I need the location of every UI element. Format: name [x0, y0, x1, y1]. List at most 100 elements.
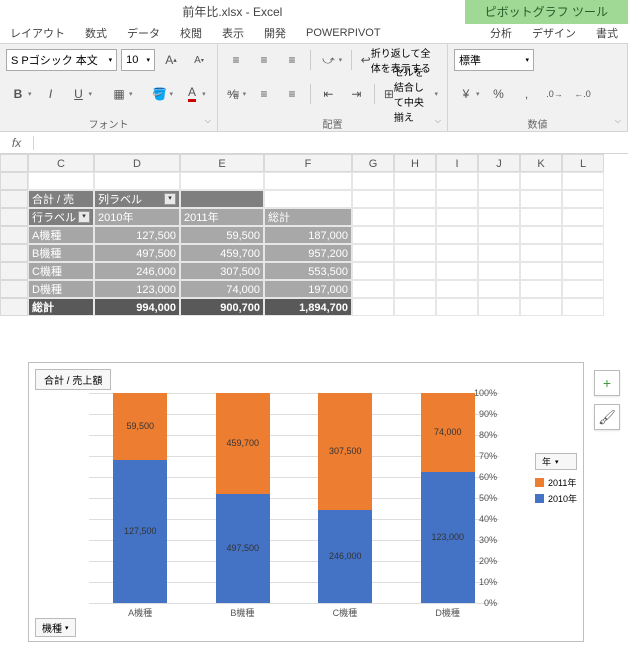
legend-field-button[interactable]: 年▾ [535, 453, 577, 470]
legend-swatch-2011 [535, 478, 544, 487]
increase-indent-icon[interactable]: ⇥ [344, 83, 368, 105]
col-header[interactable]: L [562, 154, 604, 172]
pivot-total-cell: 994,000 [94, 298, 180, 316]
pivot-col-header: 総計 [264, 208, 352, 226]
align-right-icon[interactable]: ≡ [280, 83, 304, 105]
row-header[interactable] [0, 280, 28, 298]
y-tick-label: 0% [484, 598, 497, 608]
align-left-icon[interactable]: ≡ [224, 83, 248, 105]
row-header[interactable] [0, 208, 28, 226]
col-header[interactable]: E [180, 154, 264, 172]
increase-decimal-icon[interactable]: .0→ [543, 83, 567, 105]
col-header[interactable]: C [28, 154, 94, 172]
fx-icon[interactable]: fx [0, 136, 34, 150]
row-header[interactable] [0, 298, 28, 316]
tab-view[interactable]: 表示 [212, 21, 254, 45]
legend-label: 2011年 [548, 476, 576, 489]
pivot-cell: 197,000 [264, 280, 352, 298]
decrease-indent-icon[interactable]: ⇤ [316, 83, 340, 105]
tab-powerpivot[interactable]: POWERPIVOT [296, 23, 391, 43]
tab-formula[interactable]: 数式 [75, 21, 117, 45]
increase-font-icon[interactable]: A▴ [159, 49, 183, 71]
underline-icon[interactable]: U [67, 83, 96, 105]
align-center-icon[interactable]: ≡ [252, 83, 276, 105]
bar-column[interactable]: 74,000123,000 [421, 393, 475, 603]
col-header[interactable]: I [436, 154, 478, 172]
filter-icon[interactable]: ▾ [164, 193, 176, 205]
col-header[interactable]: J [478, 154, 520, 172]
row-header[interactable] [0, 190, 28, 208]
decrease-decimal-icon[interactable]: ←.0 [571, 83, 595, 105]
align-middle-icon[interactable]: ≡ [252, 49, 276, 71]
bar-column[interactable]: 307,500246,000 [318, 393, 372, 603]
pivot-row-label: A機種 [28, 226, 94, 244]
tab-analysis[interactable]: 分析 [480, 21, 522, 45]
font-size-combo[interactable]: 10▾ [121, 49, 155, 71]
x-tick-label: A機種 [128, 606, 152, 619]
align-top-icon[interactable]: ≡ [224, 49, 248, 71]
comma-icon[interactable]: , [515, 83, 539, 105]
bar-column[interactable]: 459,700497,500 [216, 393, 270, 603]
align-bottom-icon[interactable]: ≡ [280, 49, 304, 71]
y-tick-label: 20% [479, 556, 497, 566]
select-all-corner[interactable] [0, 154, 28, 172]
bold-icon[interactable]: B [6, 83, 35, 105]
data-label: 497,500 [216, 543, 270, 553]
row-header[interactable] [0, 244, 28, 262]
chart-styles-button[interactable]: 🖌 [594, 404, 620, 430]
pivot-cell: 74,000 [180, 280, 264, 298]
tab-developer[interactable]: 開発 [254, 21, 296, 45]
chart-legend: 年▾ 2011年 2010年 [535, 453, 577, 505]
border-icon[interactable]: ▦ [107, 83, 136, 105]
pivot-cell: 459,700 [180, 244, 264, 262]
row-header[interactable] [0, 262, 28, 280]
percent-icon[interactable]: % [487, 83, 511, 105]
pivot-row-field[interactable]: 行ラベル▾ [28, 208, 94, 226]
col-header[interactable]: H [394, 154, 436, 172]
currency-icon[interactable]: ¥ [454, 83, 483, 105]
formula-input[interactable] [34, 132, 628, 153]
fill-color-icon[interactable]: 🪣 [148, 83, 177, 105]
y-tick-label: 40% [479, 514, 497, 524]
tab-format[interactable]: 書式 [586, 21, 628, 45]
pivot-cell: 127,500 [94, 226, 180, 244]
filter-icon[interactable]: ▾ [78, 211, 90, 223]
y-tick-label: 90% [479, 409, 497, 419]
decrease-font-icon[interactable]: A▾ [187, 49, 211, 71]
bar-column[interactable]: 59,500127,500 [113, 393, 167, 603]
italic-icon[interactable]: I [39, 83, 63, 105]
pivot-col-field[interactable]: 列ラベル▾ [94, 190, 180, 208]
worksheet-grid[interactable]: C D E F G H I J K L 合計 / 売 列ラベル▾ 行ラベル▾ 2… [0, 154, 628, 316]
font-name-combo[interactable]: S Pゴシック 本文▾ [6, 49, 117, 71]
pivot-cell: 59,500 [180, 226, 264, 244]
pivot-cell: 553,500 [264, 262, 352, 280]
group-label-font: フォント [6, 115, 211, 129]
font-color-icon[interactable]: A [180, 83, 209, 105]
col-header[interactable]: G [352, 154, 394, 172]
pivot-total-cell: 900,700 [180, 298, 264, 316]
col-header[interactable]: F [264, 154, 352, 172]
data-label: 127,500 [113, 526, 167, 536]
chart-measure-button[interactable]: 合計 / 売上額 [35, 369, 111, 390]
y-tick-label: 10% [479, 577, 497, 587]
x-tick-label: D機種 [435, 606, 460, 619]
chart-axis-field-button[interactable]: 機種▾ [35, 618, 76, 637]
pivot-cell: 957,200 [264, 244, 352, 262]
tab-review[interactable]: 校閲 [170, 21, 212, 45]
tab-layout[interactable]: レイアウト [0, 21, 75, 45]
pivot-cell: 497,500 [94, 244, 180, 262]
pivot-chart[interactable]: 合計 / 売上額 59,500127,500 459,700497,500 307,… [28, 362, 584, 642]
tab-data[interactable]: データ [117, 21, 170, 45]
pivot-cell: 246,000 [94, 262, 180, 280]
col-header[interactable]: D [94, 154, 180, 172]
col-header[interactable]: K [520, 154, 562, 172]
ribbon-group-align: ≡ ≡ ≡ ⤻ ↩折り返して全体を表示する ≡ ≡ ≡ ⇤ ⇥ ⊞セルを結合して… [218, 44, 448, 131]
chart-add-element-button[interactable]: + [594, 370, 620, 396]
pivot-cell: 187,000 [264, 226, 352, 244]
tab-design[interactable]: デザイン [522, 21, 586, 45]
pivot-total-label: 総計 [28, 298, 94, 316]
orientation-icon[interactable]: ⤻ [317, 49, 346, 71]
number-format-combo[interactable]: 標準▾ [454, 49, 534, 71]
row-header[interactable] [0, 172, 28, 190]
row-header[interactable] [0, 226, 28, 244]
